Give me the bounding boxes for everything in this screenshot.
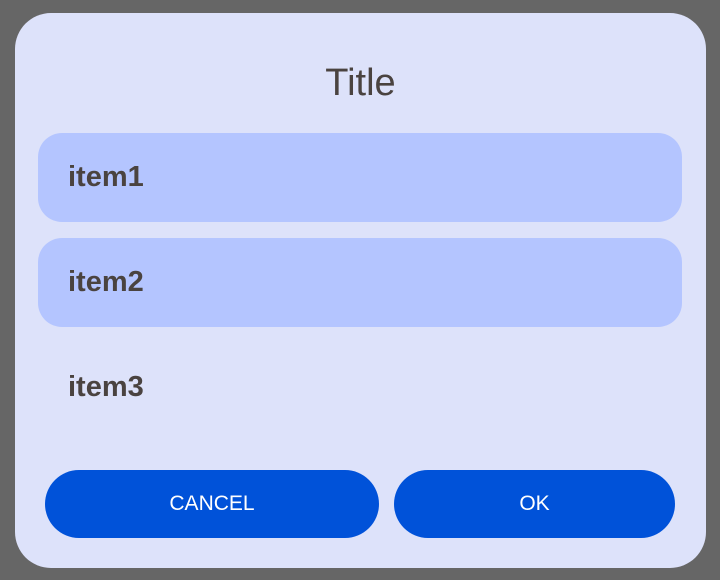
list-item-label: item1: [68, 161, 144, 193]
list-item-label: item3: [68, 371, 144, 403]
dialog-title: Title: [325, 62, 396, 104]
dialog: Title item1 item2 item3 CANCEL OK: [15, 13, 706, 568]
list-item-item3[interactable]: item3: [38, 343, 682, 432]
ok-button[interactable]: OK: [394, 470, 675, 538]
list-item-label: item2: [68, 266, 144, 298]
list-item-item1[interactable]: item1: [38, 133, 682, 222]
list-item-item2[interactable]: item2: [38, 238, 682, 327]
cancel-button[interactable]: CANCEL: [45, 470, 379, 538]
